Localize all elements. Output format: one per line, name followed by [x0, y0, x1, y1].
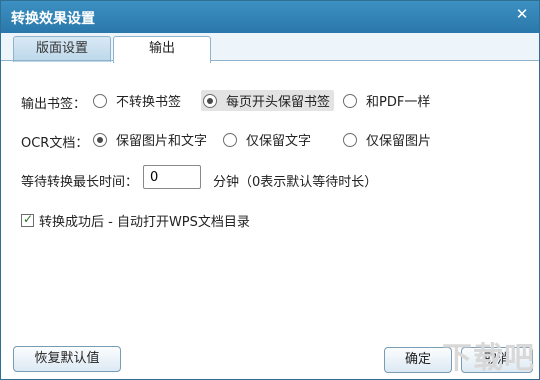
- output-panel: 输出书签： 不转换书签 每页开头保留书签 和PDF一样 OCR文档： 保留图片和…: [1, 61, 539, 341]
- radio-image-only[interactable]: 仅保留图片: [343, 130, 431, 149]
- radio-same-as-pdf[interactable]: 和PDF一样: [343, 91, 430, 110]
- tab-output[interactable]: 输出: [113, 36, 211, 63]
- radio-circle-checked[interactable]: [203, 93, 217, 108]
- radio-circle[interactable]: [223, 132, 237, 147]
- radio-circle[interactable]: [343, 132, 357, 147]
- ocr-label: OCR文档：: [21, 136, 89, 151]
- wait-time-label: 等待转换最长时间：: [21, 175, 139, 190]
- checkbox-check-icon[interactable]: [21, 212, 34, 227]
- radio-circle[interactable]: [343, 93, 357, 108]
- tab-strip: 版面设置 输出: [1, 33, 539, 63]
- title-bar: 转换效果设置 ✕: [1, 1, 539, 33]
- auto-open-checkbox[interactable]: 转换成功后 - 自动打开WPS文档目录: [21, 211, 250, 230]
- radio-label: 保留图片和文字: [116, 134, 208, 149]
- radio-page-start-bookmark[interactable]: 每页开头保留书签: [201, 90, 335, 111]
- bookmark-label: 输出书签：: [21, 97, 87, 112]
- wait-time-input[interactable]: [143, 165, 201, 189]
- radio-label: 每页开头保留书签: [226, 95, 331, 110]
- dialog-title: 转换效果设置: [11, 11, 95, 27]
- radio-keep-image-text[interactable]: 保留图片和文字: [93, 130, 207, 149]
- radio-circle[interactable]: [93, 93, 107, 108]
- checkbox-label: 转换成功后 - 自动打开WPS文档目录: [39, 215, 250, 230]
- radio-label: 不转换书签: [116, 95, 182, 110]
- radio-label: 和PDF一样: [366, 95, 431, 110]
- restore-defaults-button[interactable]: 恢复默认值: [13, 346, 121, 372]
- close-icon[interactable]: ✕: [511, 4, 533, 24]
- radio-circle-checked[interactable]: [93, 132, 107, 147]
- radio-text-only[interactable]: 仅保留文字: [223, 130, 311, 149]
- settings-dialog: 转换效果设置 ✕ 版面设置 输出 输出书签： 不转换书签 每页开头保留书签 和P…: [0, 0, 540, 380]
- watermark-logo: 下载吧: [442, 341, 535, 376]
- tab-layout-settings[interactable]: 版面设置: [13, 36, 111, 62]
- radio-label: 仅保留文字: [246, 134, 312, 149]
- radio-label: 仅保留图片: [366, 134, 432, 149]
- wait-time-note: 分钟（0表示默认等待时长）: [213, 175, 378, 190]
- radio-no-bookmark[interactable]: 不转换书签: [93, 91, 181, 110]
